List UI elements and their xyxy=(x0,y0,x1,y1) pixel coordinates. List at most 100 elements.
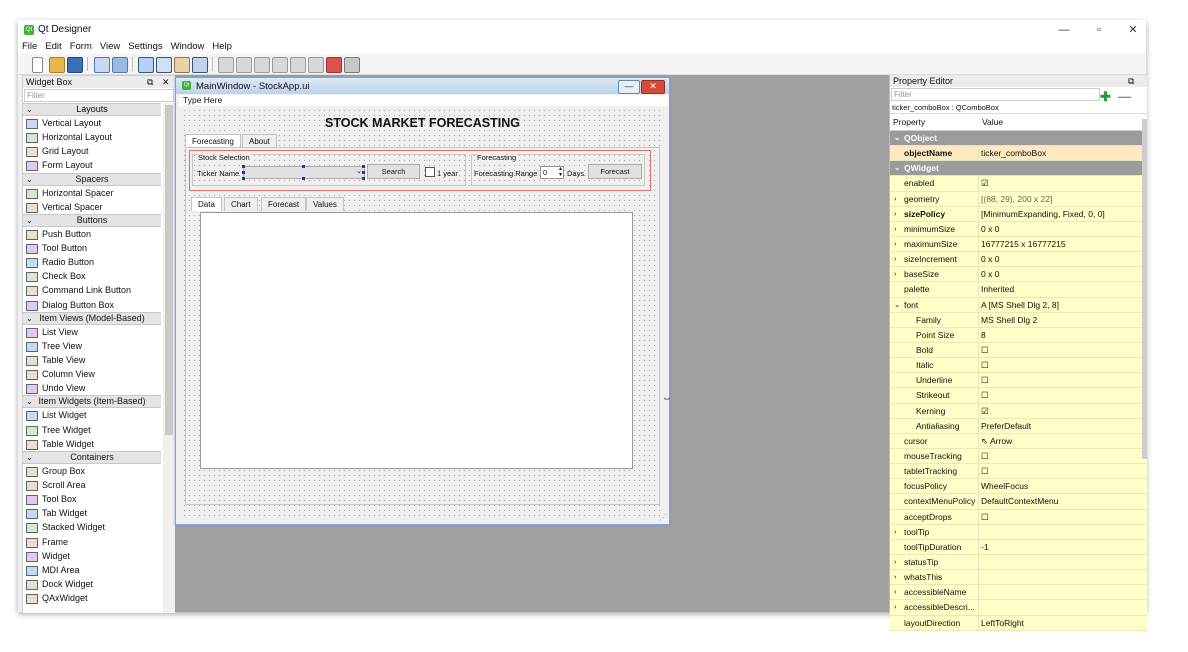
widget-item[interactable]: Scroll Area xyxy=(23,478,161,492)
widget-item[interactable]: Undo View xyxy=(23,381,161,395)
edit-tab-order-icon[interactable] xyxy=(192,57,208,73)
widget-item[interactable]: Column View xyxy=(23,367,161,381)
property-value[interactable]: 0 x 0 xyxy=(981,222,1143,236)
property-row[interactable]: ⌄ QWidget xyxy=(890,161,1147,177)
property-row[interactable]: Bold ☐ xyxy=(890,342,1147,359)
widget-box-scrollbar[interactable] xyxy=(163,103,175,613)
widget-category-header[interactable]: ⌄ Containers xyxy=(23,450,161,464)
widget-item[interactable]: QAxWidget xyxy=(23,591,161,605)
tab-chart[interactable]: Chart xyxy=(224,197,258,211)
property-row[interactable]: contextMenuPolicy DefaultContextMenu xyxy=(890,494,1147,510)
property-row[interactable]: Point Size 8 xyxy=(890,327,1147,343)
property-value[interactable]: 16777215 x 16777215 xyxy=(981,237,1143,251)
property-value[interactable]: ☐ xyxy=(981,449,1143,463)
widget-category-header[interactable]: ⌄ Item Views (Model-Based) xyxy=(23,311,161,325)
property-row[interactable]: › minimumSize 0 x 0 xyxy=(890,221,1147,237)
add-dynamic-property-icon[interactable]: ✚ xyxy=(1100,89,1111,105)
widget-category-header[interactable]: ⌄ Buttons xyxy=(23,213,161,227)
property-row[interactable]: › whatsThis xyxy=(890,570,1147,586)
float-icon[interactable]: ⧉ xyxy=(1128,75,1134,87)
widget-item[interactable]: Tree Widget xyxy=(23,423,161,437)
property-value[interactable]: WheelFocus xyxy=(981,479,1143,493)
property-row[interactable]: cursor ⇖ Arrow xyxy=(890,433,1147,449)
property-row[interactable]: › baseSize 0 x 0 xyxy=(890,267,1147,283)
widget-item[interactable]: Stacked Widget xyxy=(23,520,161,534)
property-value[interactable]: PreferDefault xyxy=(981,419,1143,433)
property-row[interactable]: › toolTip xyxy=(890,524,1147,540)
property-row[interactable]: › maximumSize 16777215 x 16777215 xyxy=(890,236,1147,253)
bring-to-front-icon[interactable] xyxy=(112,57,128,73)
lay-out-horizontally-icon[interactable] xyxy=(218,57,234,73)
property-row[interactable]: ⌄ QObject xyxy=(890,131,1147,147)
property-row[interactable]: Italic ☐ xyxy=(890,358,1147,374)
property-value[interactable]: -1 xyxy=(981,540,1143,554)
tab-forecast[interactable]: Forecast xyxy=(261,197,307,211)
menu-file[interactable]: File xyxy=(18,40,41,54)
search-button[interactable]: Search xyxy=(367,164,420,179)
scroll-thumb[interactable] xyxy=(165,105,173,435)
property-row[interactable]: › sizePolicy [MinimumExpanding, Fixed, 0, … xyxy=(890,206,1147,222)
property-row[interactable]: enabled ☑ xyxy=(890,176,1147,192)
widget-item[interactable]: Table View xyxy=(23,353,161,367)
widget-item[interactable]: Horizontal Spacer xyxy=(23,186,161,200)
menu-form[interactable]: Form xyxy=(66,40,96,54)
property-value[interactable]: DefaultContextMenu xyxy=(981,494,1143,508)
property-row[interactable]: mouseTracking ☐ xyxy=(890,448,1147,465)
selection-handle[interactable] xyxy=(362,165,365,168)
forecasting-range-spinbox[interactable]: 0 ▴ ▾ xyxy=(540,166,564,179)
remove-property-icon[interactable]: — xyxy=(1118,89,1131,104)
property-row[interactable]: Underline ☐ xyxy=(890,373,1147,389)
property-row[interactable]: palette Inherited xyxy=(890,282,1147,298)
property-filter-input[interactable]: Filter xyxy=(891,88,1100,101)
selection-handle[interactable] xyxy=(302,165,305,168)
property-row[interactable]: layoutDirection LeftToRight xyxy=(890,615,1147,631)
property-value[interactable]: ☐ xyxy=(981,343,1143,357)
form-close-button[interactable]: ✕ xyxy=(641,80,665,94)
property-value[interactable]: [(88, 29), 200 x 22] xyxy=(981,192,1143,206)
widget-item[interactable]: Frame xyxy=(23,535,161,549)
form-window[interactable]: Qt MainWindow - StockApp.ui — ✕ Type Her… xyxy=(175,77,672,525)
widget-item[interactable]: Dialog Button Box xyxy=(23,298,161,312)
lay-out-vertically-icon[interactable] xyxy=(236,57,252,73)
forecast-button[interactable]: Forecast xyxy=(588,164,642,179)
property-value[interactable]: ☐ xyxy=(981,373,1143,387)
selection-handle[interactable] xyxy=(302,177,305,180)
widget-item[interactable]: MDI Area xyxy=(23,563,161,577)
data-view-area[interactable] xyxy=(200,212,633,469)
property-value[interactable]: ☐ xyxy=(981,464,1143,478)
property-scrollbar[interactable] xyxy=(1142,119,1147,459)
widget-item[interactable]: Command Link Button xyxy=(23,283,161,297)
grid-layout-icon[interactable] xyxy=(308,57,324,73)
property-value[interactable]: 0 x 0 xyxy=(981,252,1143,266)
property-row[interactable]: objectName ticker_comboBox xyxy=(890,146,1147,162)
form-layout-icon[interactable] xyxy=(290,57,306,73)
vertical-splitter-icon[interactable] xyxy=(272,57,288,73)
widget-item[interactable]: Vertical Spacer xyxy=(23,200,161,214)
widget-item[interactable]: Dock Widget xyxy=(23,577,161,591)
dock-close-icon[interactable]: ✕ xyxy=(162,76,170,88)
new-file-icon[interactable] xyxy=(32,57,43,73)
widget-item[interactable]: Vertical Layout xyxy=(23,116,161,130)
property-row[interactable]: › statusTip xyxy=(890,554,1147,571)
widget-item[interactable]: Group Box xyxy=(23,464,161,478)
widget-item[interactable]: Tab Widget xyxy=(23,506,161,520)
property-value[interactable]: ⇖ Arrow xyxy=(981,434,1143,448)
property-value[interactable]: LeftToRight xyxy=(981,616,1143,630)
property-row[interactable]: ⌄ font A [MS Shell Dlg 2, 8] xyxy=(890,297,1147,313)
widget-item[interactable]: List Widget xyxy=(23,408,161,422)
property-row[interactable]: › accessibleDescri... xyxy=(890,600,1147,616)
restore-button[interactable]: ▫ xyxy=(1084,22,1114,38)
menu-help[interactable]: Help xyxy=(208,40,236,54)
widget-item[interactable]: Check Box xyxy=(23,269,161,283)
widget-item[interactable]: Tool Button xyxy=(23,241,161,255)
widget-item[interactable]: Form Layout xyxy=(23,158,161,172)
selection-handle[interactable] xyxy=(242,165,245,168)
break-layout-icon[interactable] xyxy=(326,57,342,73)
property-value[interactable]: 8 xyxy=(981,328,1143,342)
widget-filter-input[interactable]: Filter xyxy=(24,89,174,102)
property-value[interactable]: ☐ xyxy=(981,510,1143,524)
tab-values[interactable]: Values xyxy=(306,197,344,211)
property-row[interactable]: Family MS Shell Dlg 2 xyxy=(890,312,1147,328)
send-to-back-icon[interactable] xyxy=(94,57,110,73)
menu-window[interactable]: Window xyxy=(167,40,209,54)
